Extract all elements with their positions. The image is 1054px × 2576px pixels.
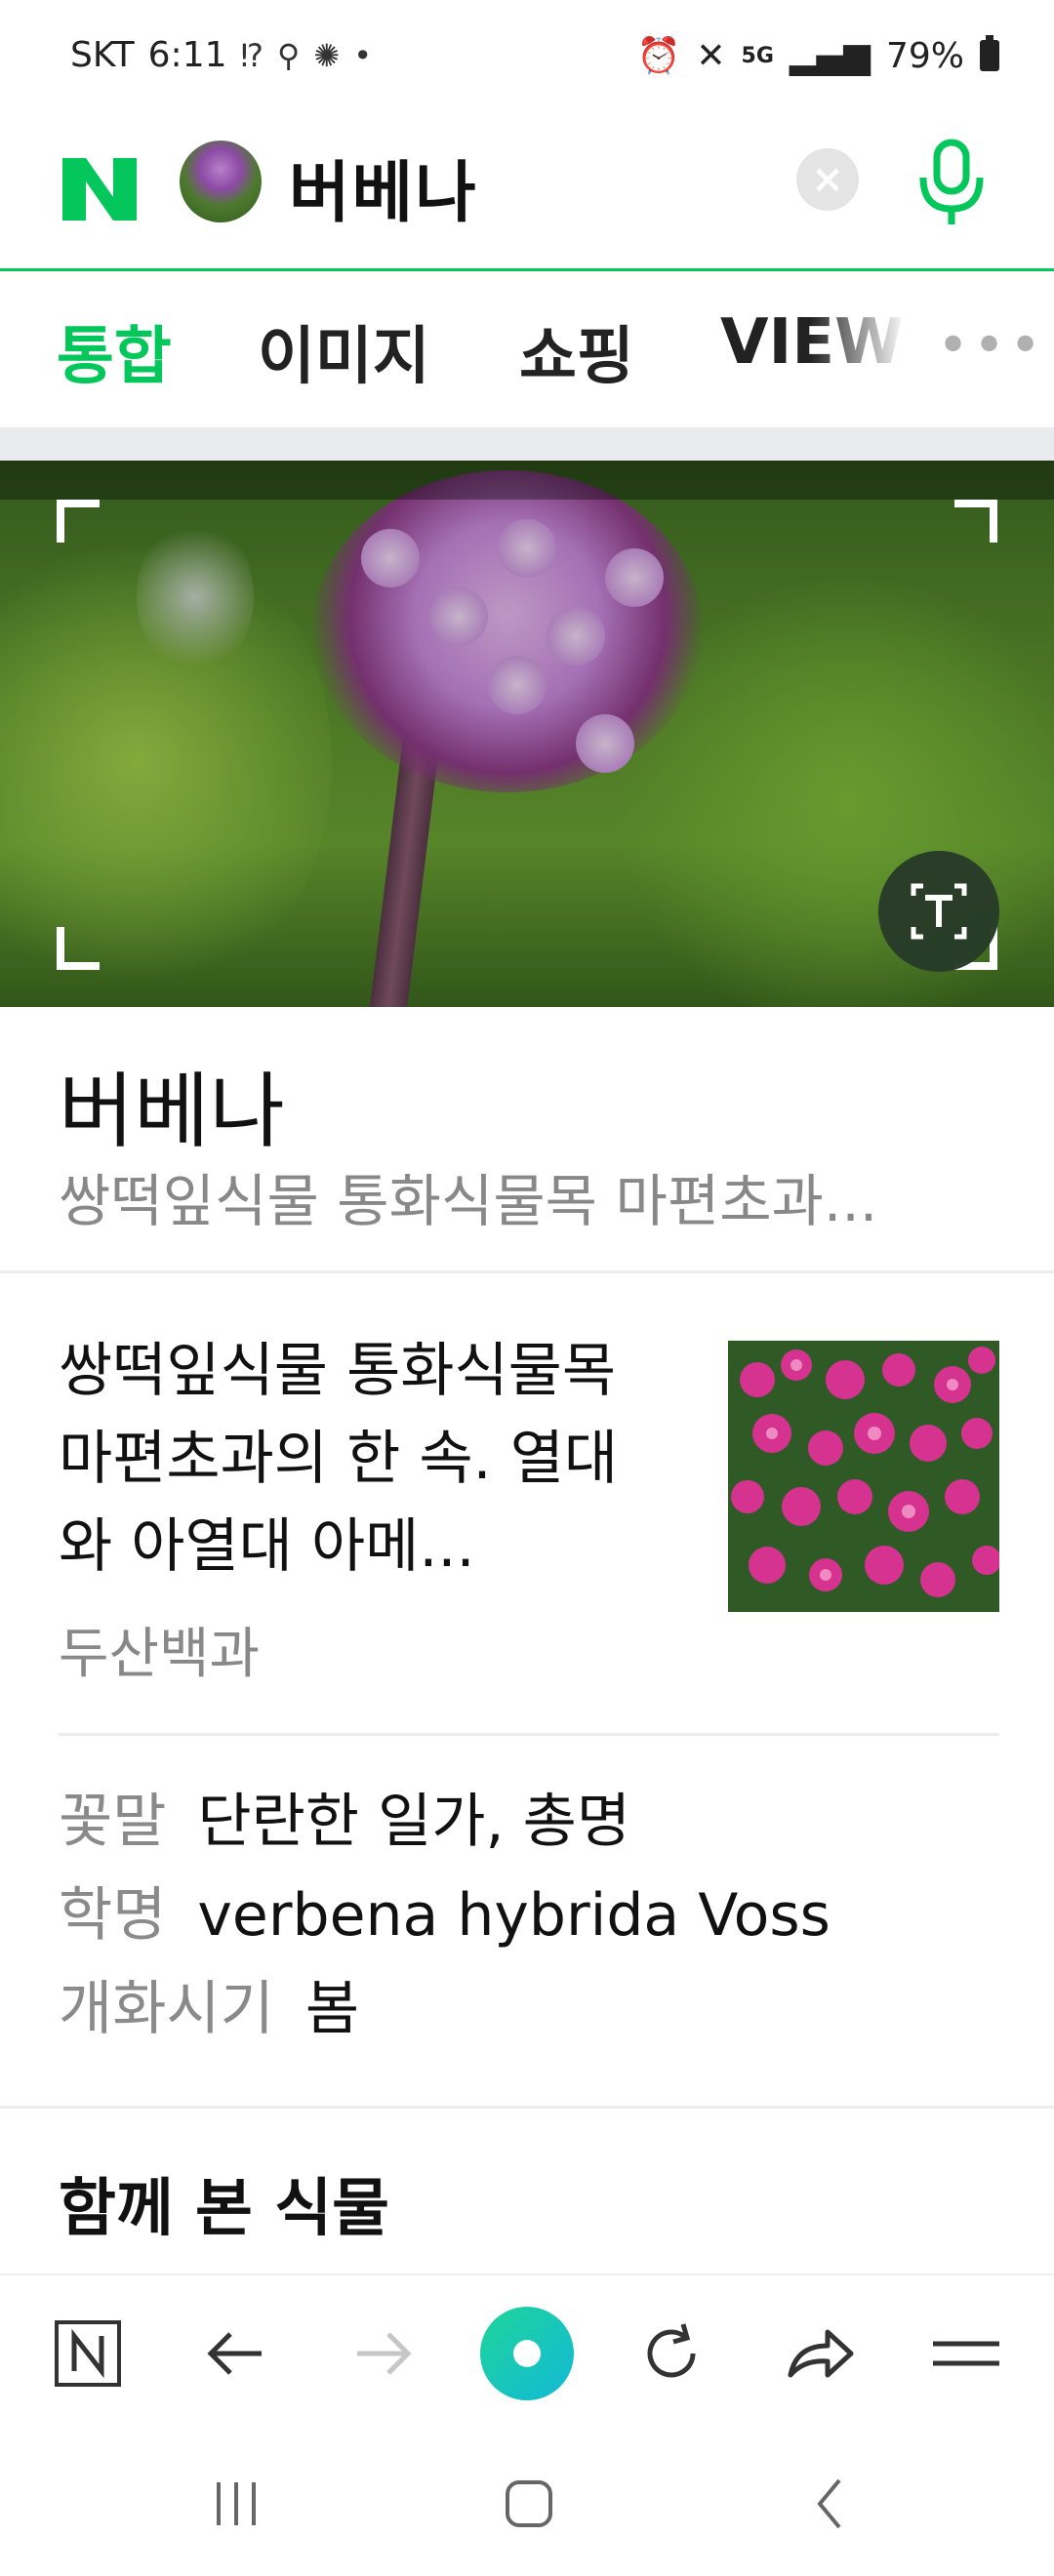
crop-corner-top-right[interactable] (954, 500, 997, 543)
clock-text: 6:11 (147, 35, 227, 75)
query-image-thumbnail[interactable] (180, 141, 262, 222)
android-nav-bar (0, 2432, 1054, 2576)
search-query[interactable]: 버베나 (289, 139, 478, 235)
naver-home-icon[interactable] (49, 2314, 127, 2393)
network-5g-icon: 5G (741, 43, 774, 68)
green-dot-icon[interactable] (480, 2307, 574, 2400)
verbena-photo[interactable] (728, 1341, 999, 1612)
tab-shopping[interactable]: 쇼핑 (519, 306, 634, 396)
close-icon: × (811, 157, 844, 202)
mic-icon[interactable] (908, 133, 995, 230)
section-separator (0, 427, 1054, 461)
naver-logo[interactable] (61, 144, 139, 232)
home-icon[interactable] (500, 2475, 558, 2533)
result-description[interactable]: 쌍떡잎식물 통화식물목 마편초과의 한 속. 열대와 아열대 아메... (59, 1327, 664, 1590)
result-source[interactable]: 두산백과 (59, 1610, 260, 1689)
info-label: 학명 (59, 1881, 167, 1950)
tab-integrated[interactable]: 통합 (57, 306, 172, 396)
info-row-blooming-season: 개화시기 봄 (59, 1961, 359, 2046)
result-subtitle: 쌍떡잎식물 통화식물목 마편초과... (59, 1168, 878, 1234)
divider (0, 2106, 1054, 2109)
menu-icon[interactable] (927, 2314, 1005, 2393)
forward-arrow-icon[interactable] (344, 2314, 422, 2393)
mute-icon: ✕ (696, 35, 726, 76)
clear-search-button[interactable]: × (796, 148, 859, 211)
voicemail-icon: ⁉ (240, 36, 264, 74)
related-plants-heading: 함께 본 식물 (59, 2173, 389, 2245)
battery-text: 79% (885, 35, 964, 76)
info-label: 꽃말 (59, 1788, 167, 1856)
status-bar: SKT 6:11 ⁉ ⚲ ✺ • ⏰ ✕ 5G ▂▄▆ 79% (0, 0, 1054, 115)
carrier-text: SKT (70, 35, 135, 75)
dot-icon: • (353, 36, 373, 74)
browser-toolbar (0, 2274, 1054, 2432)
divider (0, 1270, 1054, 1273)
share-icon[interactable] (781, 2314, 859, 2393)
search-icon: ⚲ (276, 36, 301, 74)
tab-images[interactable]: 이미지 (258, 306, 430, 396)
info-value: verbena hybrida Voss (197, 1881, 831, 1950)
text-scan-icon[interactable] (878, 851, 999, 972)
run-icon: ✺ (313, 36, 341, 74)
search-header: 버베나 × (0, 115, 1054, 271)
divider (59, 1733, 999, 1736)
search-tabs: 통합 이미지 쇼핑 VIEW ••• (0, 271, 1054, 427)
status-left: SKT 6:11 ⁉ ⚲ ✺ • (70, 35, 372, 75)
more-tabs-icon[interactable]: ••• (937, 314, 1045, 378)
alarm-icon: ⏰ (636, 36, 681, 76)
info-value: 봄 (304, 1975, 360, 2043)
info-label: 개화시기 (59, 1975, 274, 2043)
recent-apps-icon[interactable] (207, 2475, 265, 2533)
info-row-flower-language: 꽃말 단란한 일가, 총명 (59, 1774, 630, 1859)
back-arrow-icon[interactable] (197, 2314, 275, 2393)
tabs-fade (810, 271, 917, 427)
lens-image[interactable] (0, 461, 1054, 1007)
status-right: ⏰ ✕ 5G ▂▄▆ 79% (637, 35, 999, 76)
image-dim-top (0, 461, 1054, 500)
info-value: 단란한 일가, 총명 (197, 1788, 631, 1856)
info-row-scientific-name: 학명 verbena hybrida Voss (59, 1868, 831, 1952)
signal-icon: ▂▄▆ (789, 35, 871, 76)
refresh-icon[interactable] (632, 2314, 710, 2393)
battery-icon (980, 35, 999, 71)
result-title[interactable]: 버베나 (59, 1046, 285, 1164)
crop-corner-top-left[interactable] (57, 500, 100, 543)
crop-corner-bottom-left[interactable] (57, 927, 100, 970)
back-icon[interactable] (800, 2475, 859, 2533)
